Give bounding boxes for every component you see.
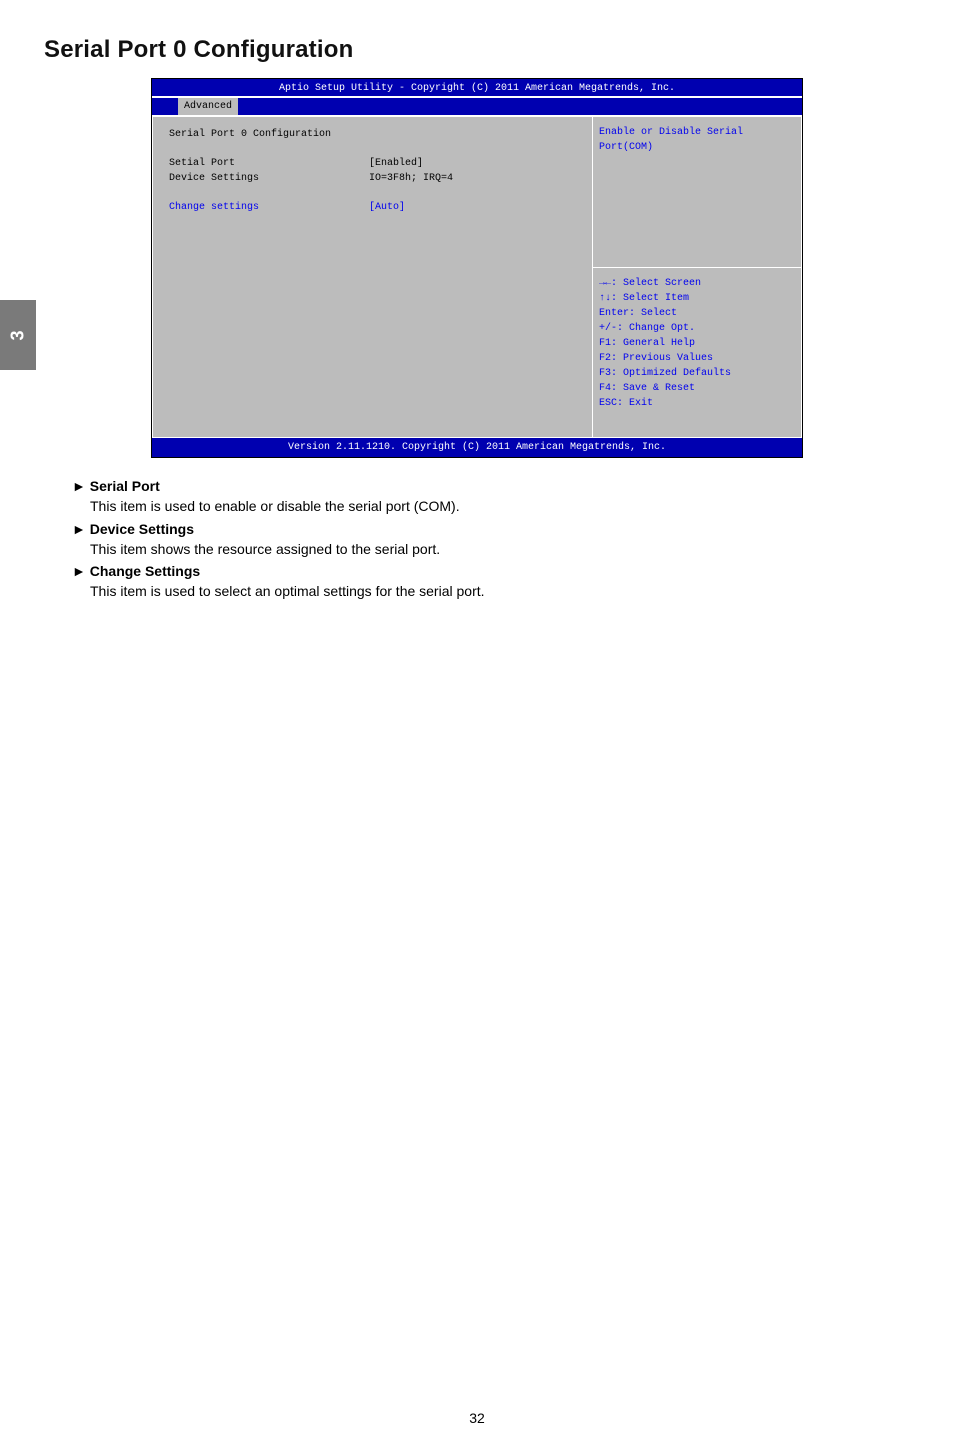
bios-help-line: Port(COM) — [599, 140, 795, 155]
page-number: 32 — [0, 1410, 954, 1426]
bios-section-title: Serial Port 0 Configuration — [169, 127, 582, 142]
chapter-number: 3 — [7, 330, 28, 340]
bios-screenshot: Aptio Setup Utility - Copyright (C) 2011… — [151, 78, 803, 458]
bios-row-value: IO=3F8h; IRQ=4 — [369, 171, 453, 186]
bios-row-device-settings: Device Settings IO=3F8h; IRQ=4 — [169, 171, 582, 186]
bios-row-label: Change settings — [169, 200, 369, 215]
bios-row-label: Device Settings — [169, 171, 369, 186]
chapter-tab: 3 — [0, 300, 36, 370]
bios-row-value: [Auto] — [369, 200, 405, 215]
bios-key-line: ESC: Exit — [599, 396, 795, 411]
bios-row-value: [Enabled] — [369, 156, 423, 171]
bios-tabs: Advanced — [152, 98, 802, 115]
bios-keys-panel: →←: Select Screen ↑↓: Select Item Enter:… — [593, 267, 801, 437]
bios-footer: Version 2.11.1210. Copyright (C) 2011 Am… — [152, 438, 802, 457]
bios-row-change-settings[interactable]: Change settings [Auto] — [169, 200, 582, 215]
bios-key-line: F2: Previous Values — [599, 351, 795, 366]
bios-header: Aptio Setup Utility - Copyright (C) 2011… — [152, 79, 802, 96]
bios-help-line: Enable or Disable Serial — [599, 125, 795, 140]
bios-key-line: Enter: Select — [599, 306, 795, 321]
bios-key-line: →←: Select Screen — [599, 276, 795, 291]
desc-body-device-settings: This item shows the resource assigned to… — [72, 539, 902, 559]
desc-head-device-settings: ► Device Settings — [72, 519, 902, 539]
bios-key-line: F3: Optimized Defaults — [599, 366, 795, 381]
bios-key-line: F4: Save & Reset — [599, 381, 795, 396]
bios-help-panel: Enable or Disable Serial Port(COM) — [593, 117, 801, 267]
desc-head-change-settings: ► Change Settings — [72, 561, 902, 581]
bios-main-panel: Serial Port 0 Configuration Setial Port … — [152, 116, 592, 438]
bios-key-line: ↑↓: Select Item — [599, 291, 795, 306]
description-block: ► Serial Port This item is used to enabl… — [44, 476, 910, 602]
desc-head-serial-port: ► Serial Port — [72, 476, 902, 496]
bios-key-line: F1: General Help — [599, 336, 795, 351]
bios-row-serial-port[interactable]: Setial Port [Enabled] — [169, 156, 582, 171]
bios-tab-advanced[interactable]: Advanced — [178, 98, 238, 115]
desc-body-change-settings: This item is used to select an optimal s… — [72, 581, 902, 601]
bios-row-label: Setial Port — [169, 156, 369, 171]
bios-key-line: +/-: Change Opt. — [599, 321, 795, 336]
desc-body-serial-port: This item is used to enable or disable t… — [72, 496, 902, 516]
page-title: Serial Port 0 Configuration — [44, 36, 910, 64]
